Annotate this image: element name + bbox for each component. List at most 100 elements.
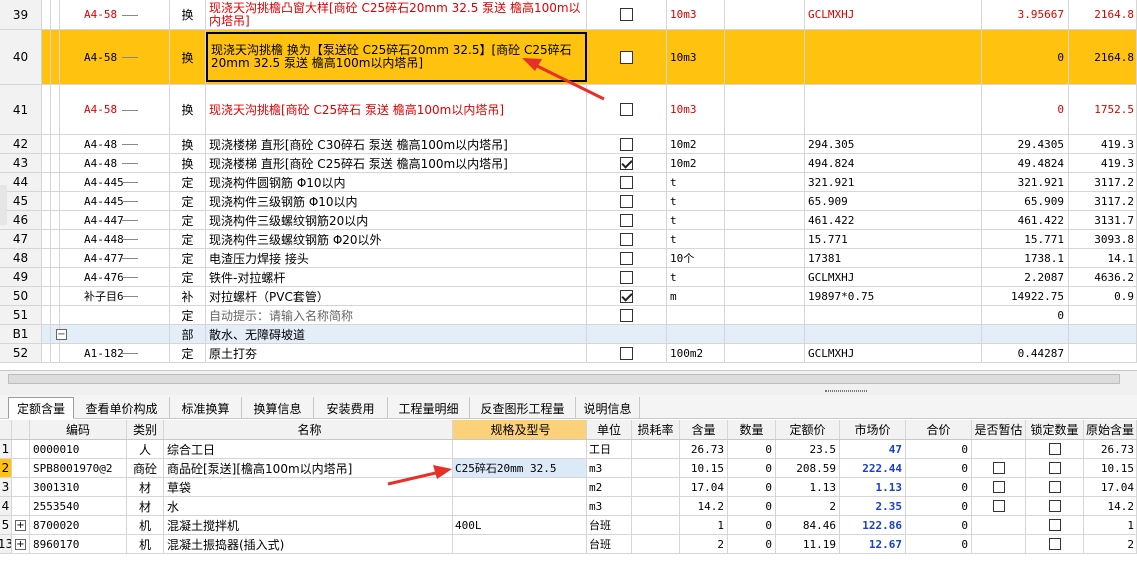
checkbox-icon[interactable] bbox=[620, 270, 633, 284]
resource-code[interactable]: SPB8001970@2 bbox=[30, 459, 127, 477]
provisional-cell[interactable] bbox=[972, 535, 1026, 553]
content-cell[interactable]: 2 bbox=[680, 535, 728, 553]
quota-code-cell[interactable]: A4-48 bbox=[60, 135, 170, 153]
unit-cell[interactable]: 台班 bbox=[587, 535, 632, 553]
unit-price-cell[interactable]: 4636.2 bbox=[1069, 268, 1137, 286]
blank-cell[interactable] bbox=[725, 85, 805, 134]
quantity-expression[interactable]: 65.909 bbox=[805, 192, 982, 210]
quantity-expression[interactable] bbox=[805, 85, 982, 134]
quota-name-cell[interactable]: 现浇天沟挑檐 换为【泵送砼 C25碎石20mm 32.5】[商砼 C25碎石20… bbox=[206, 32, 587, 82]
resource-row[interactable]: 4 2553540 材水 m3 14.2 0 2 2.35 0 14.2 bbox=[0, 497, 1137, 516]
minus-box-icon[interactable]: − bbox=[56, 329, 67, 340]
quantity-cell[interactable]: 0 bbox=[982, 30, 1069, 84]
quantity-cell[interactable]: 49.4824 bbox=[982, 154, 1069, 172]
blank-cell[interactable] bbox=[725, 249, 805, 267]
total-price-cell[interactable]: 0 bbox=[906, 478, 972, 496]
quota-code-cell[interactable]: A4-58 bbox=[60, 0, 170, 29]
quantity-cell[interactable]: 321.921 bbox=[982, 173, 1069, 191]
tab-5[interactable]: 安装费用 bbox=[314, 397, 388, 419]
quantity-cell[interactable]: 0 bbox=[728, 516, 776, 534]
checkbox-icon[interactable] bbox=[620, 251, 633, 265]
expand-cell[interactable] bbox=[12, 497, 30, 515]
expand-cell[interactable] bbox=[12, 440, 30, 458]
spec-cell[interactable]: C25碎石20mm 32.5 bbox=[453, 459, 587, 477]
quota-row[interactable]: 47 A4-448 定现浇构件三级螺纹钢筋 Φ20以外 t 15.771 15.771 30… bbox=[0, 230, 1137, 249]
checkbox-icon[interactable] bbox=[620, 137, 633, 151]
tab-1[interactable]: 定额含量 bbox=[8, 397, 74, 419]
loss-rate-cell[interactable] bbox=[632, 478, 680, 496]
row-number[interactable]: 42 bbox=[0, 135, 42, 153]
vertical-scroll-marker[interactable] bbox=[0, 185, 7, 225]
checkbox-icon[interactable] bbox=[1048, 481, 1061, 493]
unit-price-cell[interactable]: 3117.2 bbox=[1069, 192, 1137, 210]
quantity-expression[interactable] bbox=[805, 325, 982, 343]
blank-cell[interactable] bbox=[725, 173, 805, 191]
header-spec[interactable]: 规格及型号 bbox=[453, 420, 587, 439]
quota-type[interactable]: 换 bbox=[170, 30, 206, 84]
checkbox-icon[interactable] bbox=[1048, 500, 1061, 512]
row-number[interactable]: 43 bbox=[0, 154, 42, 172]
scrollbar-thumb[interactable] bbox=[8, 374, 1120, 384]
provisional-cell[interactable] bbox=[972, 497, 1026, 515]
checkbox-cell[interactable] bbox=[587, 211, 667, 229]
unit-cell[interactable]: 100m2 bbox=[667, 344, 725, 362]
quantity-cell[interactable] bbox=[982, 325, 1069, 343]
header-quota-price[interactable]: 定额价 bbox=[776, 420, 840, 439]
resource-name[interactable]: 综合工日 bbox=[164, 440, 453, 458]
resource-code[interactable]: 8960170 bbox=[30, 535, 127, 553]
checkbox-icon[interactable] bbox=[620, 175, 633, 189]
market-price-cell[interactable]: 47 bbox=[840, 440, 906, 458]
row-number[interactable]: 51 bbox=[0, 306, 42, 324]
checkbox-cell[interactable] bbox=[587, 306, 667, 324]
provisional-cell[interactable] bbox=[972, 478, 1026, 496]
content-cell[interactable]: 17.04 bbox=[680, 478, 728, 496]
unit-price-cell[interactable] bbox=[1069, 325, 1137, 343]
unit-cell[interactable]: t bbox=[667, 173, 725, 191]
total-price-cell[interactable]: 0 bbox=[906, 459, 972, 477]
quantity-cell[interactable]: 461.422 bbox=[982, 211, 1069, 229]
market-price-cell[interactable]: 12.67 bbox=[840, 535, 906, 553]
unit-price-cell[interactable]: 14.1 bbox=[1069, 249, 1137, 267]
resource-row[interactable]: 3 3001310 材草袋 m2 17.04 0 1.13 1.13 0 17.04 bbox=[0, 478, 1137, 497]
unit-cell[interactable]: 10m3 bbox=[667, 0, 725, 29]
original-content-cell[interactable]: 17.04 bbox=[1084, 478, 1137, 496]
tab-3[interactable]: 标准换算 bbox=[170, 397, 242, 419]
header-total-price[interactable]: 合价 bbox=[906, 420, 972, 439]
quantity-expression[interactable]: 461.422 bbox=[805, 211, 982, 229]
quota-price-cell[interactable]: 23.5 bbox=[776, 440, 840, 458]
header-original-content[interactable]: 原始含量 bbox=[1084, 420, 1137, 439]
tab-8[interactable]: 说明信息 bbox=[576, 397, 640, 419]
checkbox-icon[interactable] bbox=[1048, 462, 1061, 474]
header-code[interactable]: 编码 bbox=[30, 420, 127, 439]
provisional-cell[interactable] bbox=[972, 440, 1026, 458]
spec-cell[interactable] bbox=[453, 535, 587, 553]
quota-row[interactable]: 45 A4-445 定现浇构件三级钢筋 Φ10以内 t 65.909 65.909 3117… bbox=[0, 192, 1137, 211]
unit-price-cell[interactable]: 2164.8 bbox=[1069, 0, 1137, 29]
tab-7[interactable]: 反查图形工程量 bbox=[470, 397, 576, 419]
quantity-cell[interactable]: 0 bbox=[728, 459, 776, 477]
row-number[interactable]: 47 bbox=[0, 230, 42, 248]
quota-row[interactable]: 43 A4-48 换现浇楼梯 直形[商砼 C25碎石 泵送 檐高100m以内塔吊] 1… bbox=[0, 154, 1137, 173]
quota-code-cell[interactable]: A4-447 bbox=[60, 211, 170, 229]
checkbox-icon[interactable] bbox=[620, 289, 633, 303]
quota-code-cell[interactable]: A4-48 bbox=[60, 154, 170, 172]
quota-code-cell[interactable] bbox=[60, 325, 170, 343]
quantity-cell[interactable]: 14922.75 bbox=[982, 287, 1069, 305]
quota-name-cell[interactable]: 电渣压力焊接 接头 bbox=[206, 249, 587, 267]
blank-cell[interactable] bbox=[725, 154, 805, 172]
plus-box-icon[interactable]: + bbox=[15, 538, 26, 550]
content-cell[interactable]: 10.15 bbox=[680, 459, 728, 477]
quota-row[interactable]: 42 A4-48 换现浇楼梯 直形[商砼 C30碎石 泵送 檐高100m以内塔吊] 1… bbox=[0, 135, 1137, 154]
quota-row[interactable]: 49 A4-476 定铁件-对拉螺杆 t GCLMXHJ 2.2087 4636.2 bbox=[0, 268, 1137, 287]
quota-type[interactable]: 换 bbox=[170, 85, 206, 134]
quantity-cell[interactable]: 0 bbox=[728, 440, 776, 458]
content-cell[interactable]: 14.2 bbox=[680, 497, 728, 515]
total-price-cell[interactable]: 0 bbox=[906, 440, 972, 458]
checkbox-cell[interactable] bbox=[587, 344, 667, 362]
quota-row[interactable]: 51 定自动提示：请输入名称简称 0 bbox=[0, 306, 1137, 325]
quota-type[interactable]: 补 bbox=[170, 287, 206, 305]
row-number[interactable]: 52 bbox=[0, 344, 42, 362]
checkbox-icon[interactable] bbox=[620, 194, 633, 208]
checkbox-icon[interactable] bbox=[1048, 519, 1061, 531]
quota-row[interactable]: 48 A4-477 定电渣压力焊接 接头 10个 17381 1738.1 14.1 bbox=[0, 249, 1137, 268]
